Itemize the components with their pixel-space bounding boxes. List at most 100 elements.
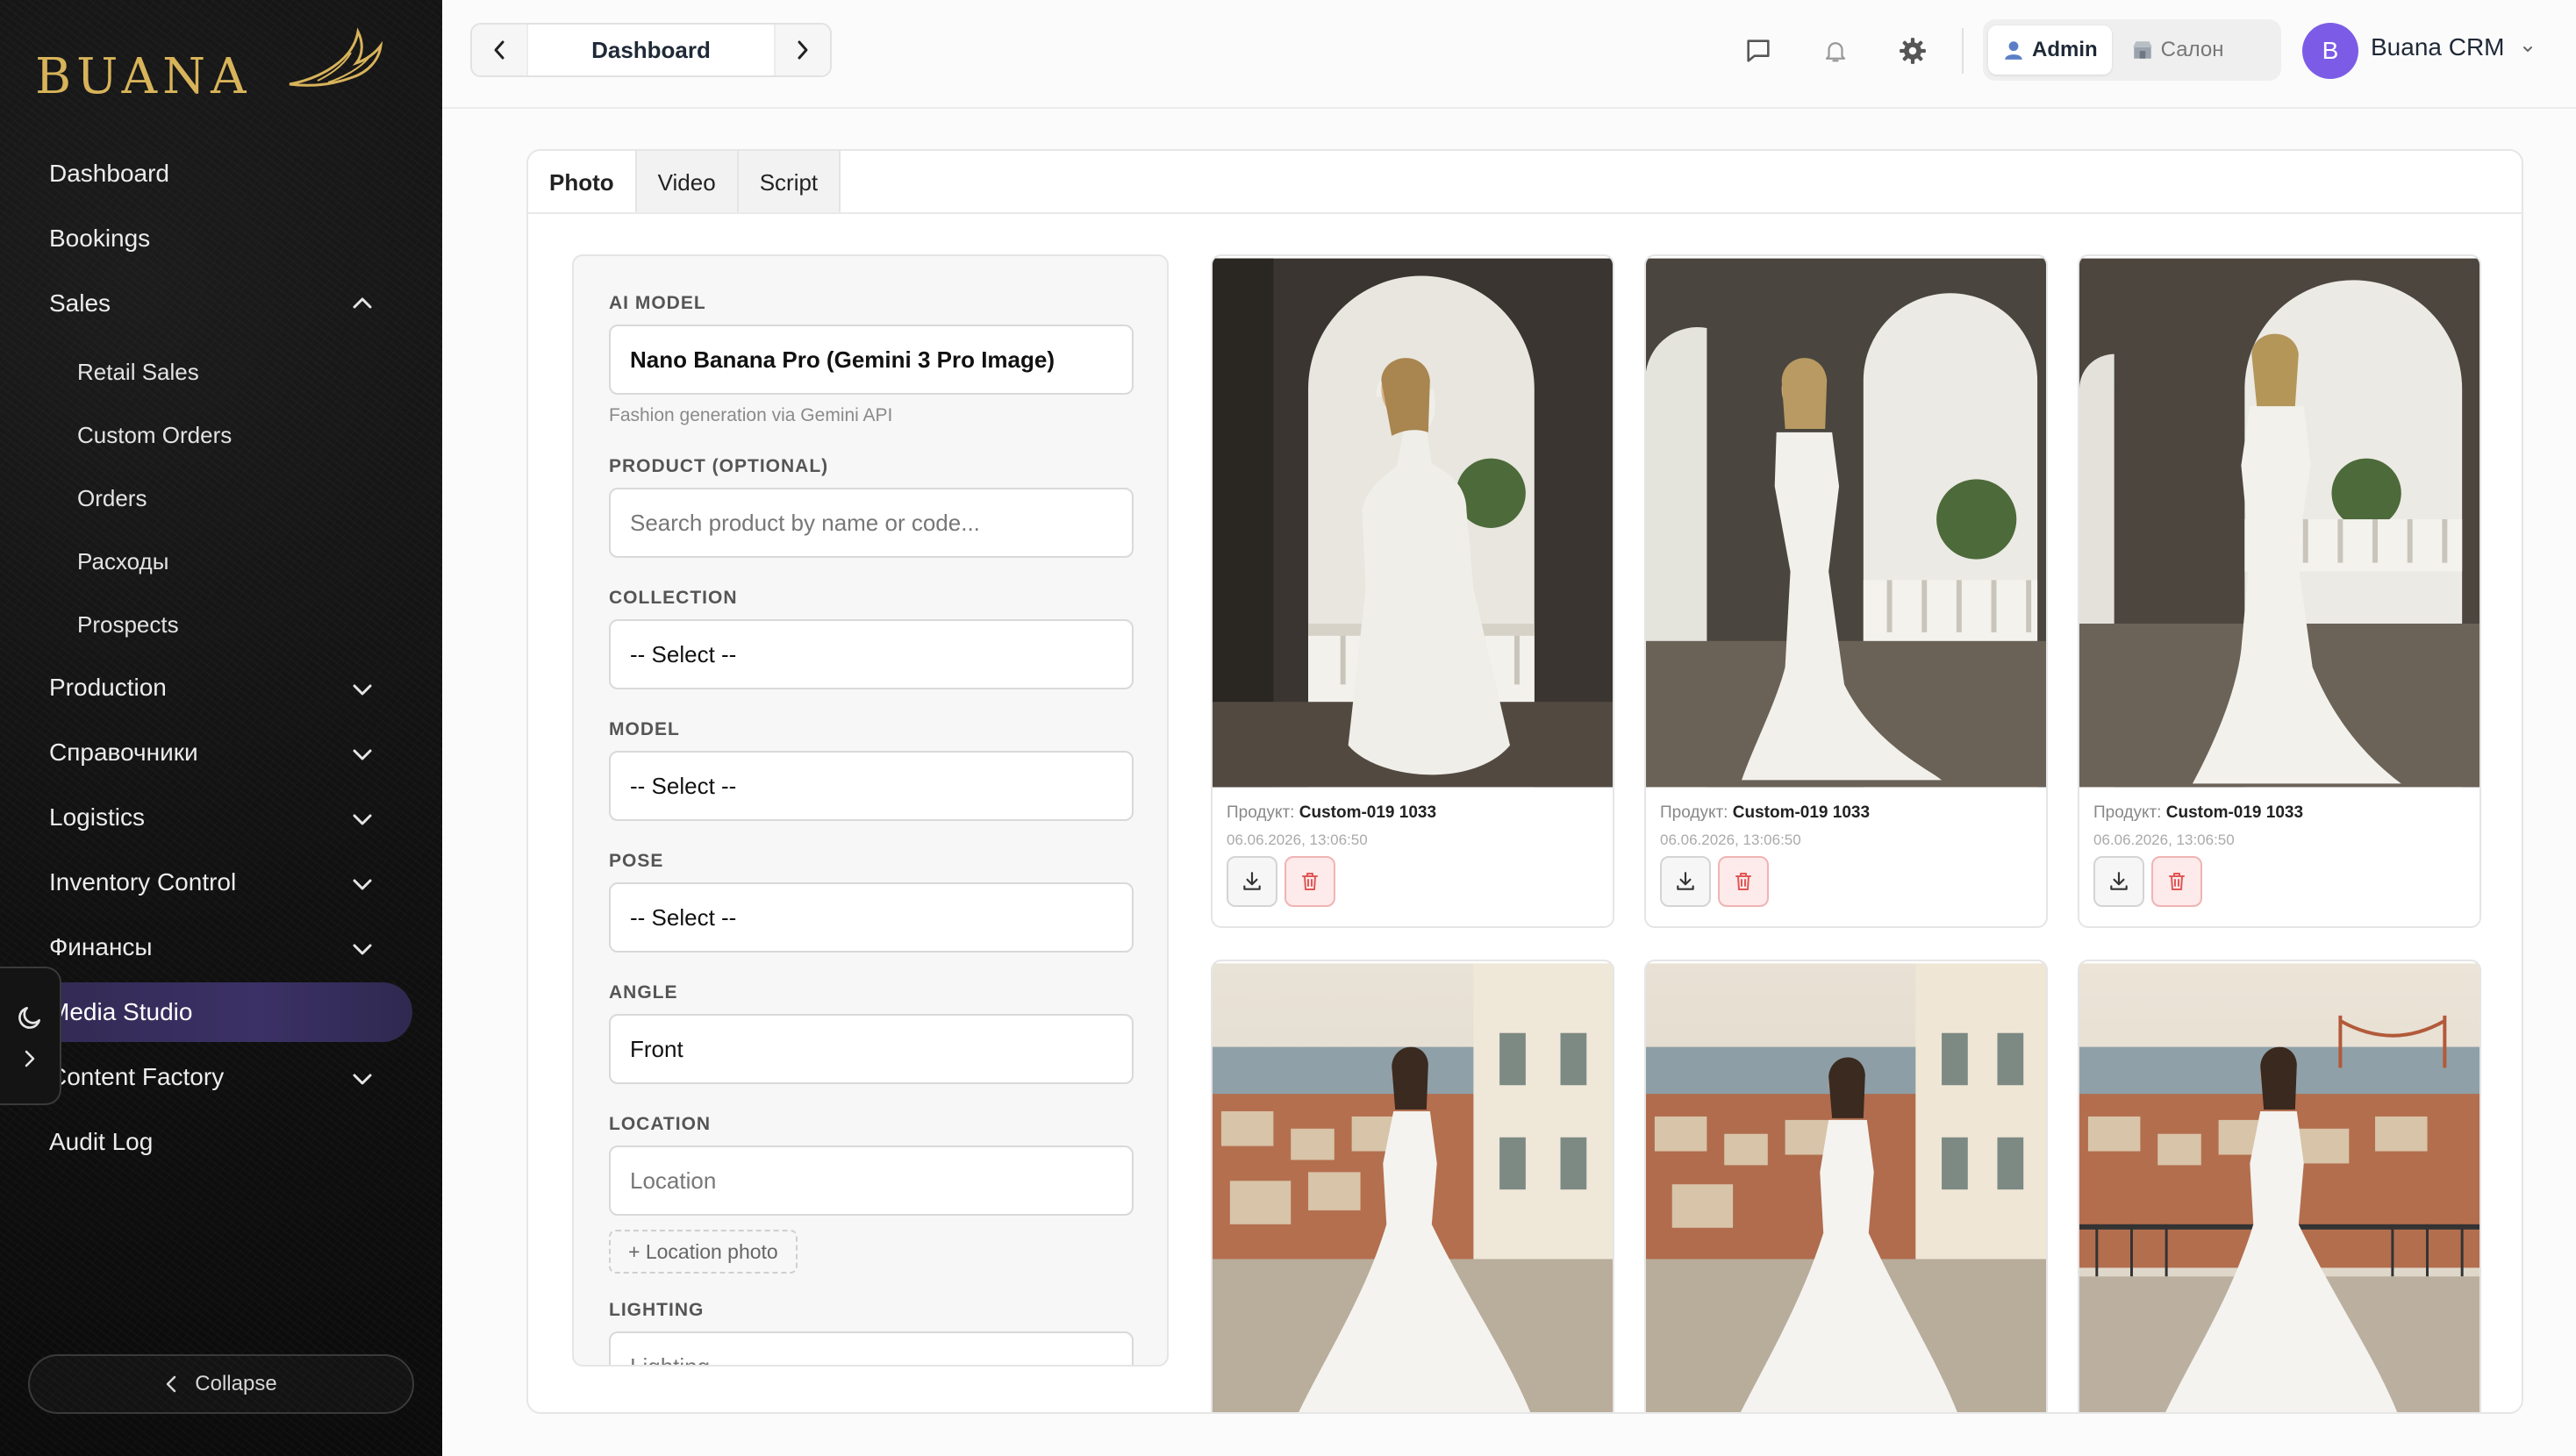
sidebar-item-prospects[interactable]: Prospects — [77, 605, 179, 644]
ai-model-select[interactable]: Nano Banana Pro (Gemini 3 Pro Image) — [609, 325, 1134, 395]
delete-button[interactable] — [1284, 856, 1335, 907]
sidebar-item-production[interactable]: Production — [49, 668, 167, 707]
forward-button[interactable] — [774, 25, 830, 75]
chevron-down-icon[interactable] — [347, 1065, 377, 1095]
sidebar-item-content-factory[interactable]: Content Factory — [49, 1058, 224, 1096]
gallery-product: Продукт: Custom-019 1033 — [1660, 803, 1871, 822]
angle-label: ANGLE — [609, 982, 678, 1003]
sidebar-item-label: Audit Log — [49, 1128, 154, 1155]
delete-button[interactable] — [1718, 856, 1769, 907]
gallery-product: Продукт: Custom-019 1033 — [1227, 803, 1437, 822]
gallery-card[interactable] — [1644, 960, 2048, 1414]
role-salon-button[interactable]: Салон — [2117, 25, 2238, 75]
avatar[interactable]: B — [2302, 23, 2358, 79]
chevron-left-icon — [167, 1375, 176, 1393]
sidebar-item-label: Dashboard — [49, 160, 169, 187]
moon-icon[interactable] — [16, 1003, 44, 1031]
role-admin-button[interactable]: Admin — [1988, 25, 2112, 75]
sidebar-item-label: Финансы — [49, 933, 153, 960]
lighting-input[interactable]: Lighting — [609, 1331, 1134, 1365]
generated-photo[interactable] — [1646, 961, 2046, 1414]
logo-text: BUANA — [35, 48, 252, 105]
sidebar-item-label: Sales — [49, 289, 111, 317]
buana-logo[interactable]: BUANA — [35, 23, 383, 105]
sidebar-item-retail-sales[interactable]: Retail Sales — [77, 353, 199, 391]
download-icon — [1243, 872, 1261, 890]
chevron-down-icon[interactable] — [347, 675, 377, 705]
sidebar-item-expenses[interactable]: Расходы — [77, 542, 168, 581]
gallery-product: Продукт: Custom-019 1033 — [2093, 803, 2304, 822]
theme-toggle-tab[interactable] — [0, 967, 61, 1105]
sidebar-item-label: Prospects — [77, 610, 179, 638]
user-name[interactable]: Buana CRM — [2371, 33, 2505, 61]
sidebar-item-inventory-control[interactable]: Inventory Control — [49, 863, 236, 902]
download-button[interactable] — [2093, 856, 2144, 907]
collection-label: COLLECTION — [609, 588, 738, 608]
gallery-card[interactable]: Продукт: Custom-019 1033 06.06.2026, 13:… — [1211, 254, 1614, 928]
generated-photo[interactable] — [1213, 256, 1613, 789]
gallery-card[interactable]: Продукт: Custom-019 1033 06.06.2026, 13:… — [1644, 254, 2048, 928]
sidebar-item-sales[interactable]: Sales — [49, 284, 111, 323]
generated-photo[interactable] — [2079, 256, 2479, 789]
role-label: Admin — [2032, 38, 2098, 61]
sidebar-item-label: Retail Sales — [77, 358, 199, 385]
breadcrumb-title: Dashboard — [591, 36, 711, 63]
chevron-down-icon[interactable] — [347, 935, 377, 965]
sidebar-item-audit-log[interactable]: Audit Log — [49, 1123, 153, 1161]
gallery-card[interactable] — [2078, 960, 2481, 1414]
tabs-divider — [528, 212, 2522, 214]
product-label: PRODUCT (OPTIONAL) — [609, 456, 829, 476]
gallery-date: 06.06.2026, 13:06:50 — [1660, 831, 1801, 848]
sidebar-item-label: Расходы — [77, 547, 169, 575]
chevron-right-icon[interactable] — [24, 1049, 36, 1068]
trash-icon — [1302, 873, 1318, 890]
collection-select[interactable]: -- Select -- — [609, 619, 1134, 689]
chevron-up-icon[interactable] — [347, 288, 377, 318]
chat-icon[interactable] — [1737, 30, 1779, 72]
gallery-card[interactable]: Продукт: Custom-019 1033 06.06.2026, 13:… — [2078, 254, 2481, 928]
gear-icon[interactable] — [1892, 30, 1934, 72]
generated-photo[interactable] — [1213, 961, 1613, 1414]
sidebar-item-references[interactable]: Справочники — [49, 733, 198, 772]
download-button[interactable] — [1660, 856, 1711, 907]
sidebar-item-finance[interactable]: Финансы — [49, 928, 153, 967]
sidebar-item-custom-orders[interactable]: Custom Orders — [77, 416, 232, 454]
tab-photo[interactable]: Photo — [528, 151, 637, 214]
bird-logo-icon — [289, 27, 383, 87]
generated-photo[interactable] — [2079, 961, 2479, 1414]
generated-photo[interactable] — [1646, 256, 2046, 789]
sidebar-item-dashboard[interactable]: Dashboard — [49, 154, 169, 193]
add-location-photo-button[interactable]: + Location photo — [609, 1230, 798, 1274]
trash-icon — [1735, 873, 1751, 890]
sidebar-item-logistics[interactable]: Logistics — [49, 798, 145, 837]
tab-video[interactable]: Video — [636, 151, 739, 214]
location-input[interactable]: Location — [609, 1146, 1134, 1216]
download-button[interactable] — [1227, 856, 1277, 907]
location-label: LOCATION — [609, 1114, 712, 1134]
ai-model-label: AI MODEL — [609, 293, 706, 313]
sidebar-item-label: Logistics — [49, 803, 145, 831]
sidebar-item-orders[interactable]: Orders — [77, 479, 147, 517]
sidebar-item-label: Content Factory — [49, 1063, 225, 1090]
caret-down-icon[interactable] — [2522, 42, 2534, 58]
tab-script[interactable]: Script — [738, 151, 841, 214]
angle-select[interactable]: Front — [609, 1014, 1134, 1084]
chevron-down-icon[interactable] — [347, 870, 377, 900]
chevron-down-icon[interactable] — [347, 805, 377, 835]
back-button[interactable] — [472, 25, 528, 75]
gallery-card[interactable] — [1211, 960, 1614, 1414]
sidebar-item-bookings[interactable]: Bookings — [49, 219, 150, 258]
product-search-input[interactable]: Search product by name or code... — [609, 488, 1134, 558]
bell-icon[interactable] — [1814, 30, 1857, 72]
collapse-button[interactable]: Collapse — [28, 1354, 414, 1414]
delete-button[interactable] — [2151, 856, 2202, 907]
ai-model-hint: Fashion generation via Gemini API — [609, 405, 893, 425]
sidebar-item-media-studio[interactable]: Media Studio — [49, 993, 192, 1031]
chevron-down-icon[interactable] — [347, 740, 377, 770]
media-studio-card: Photo Video Script AI MODEL Nano Banana … — [526, 149, 2523, 1414]
model-select[interactable]: -- Select -- — [609, 751, 1134, 821]
pose-select[interactable]: -- Select -- — [609, 882, 1134, 953]
sidebar: BUANA Dashboard Bookings Sales Retail Sa… — [0, 0, 442, 1456]
breadcrumb: Dashboard — [470, 23, 832, 77]
role-label: Салон — [2160, 38, 2224, 61]
